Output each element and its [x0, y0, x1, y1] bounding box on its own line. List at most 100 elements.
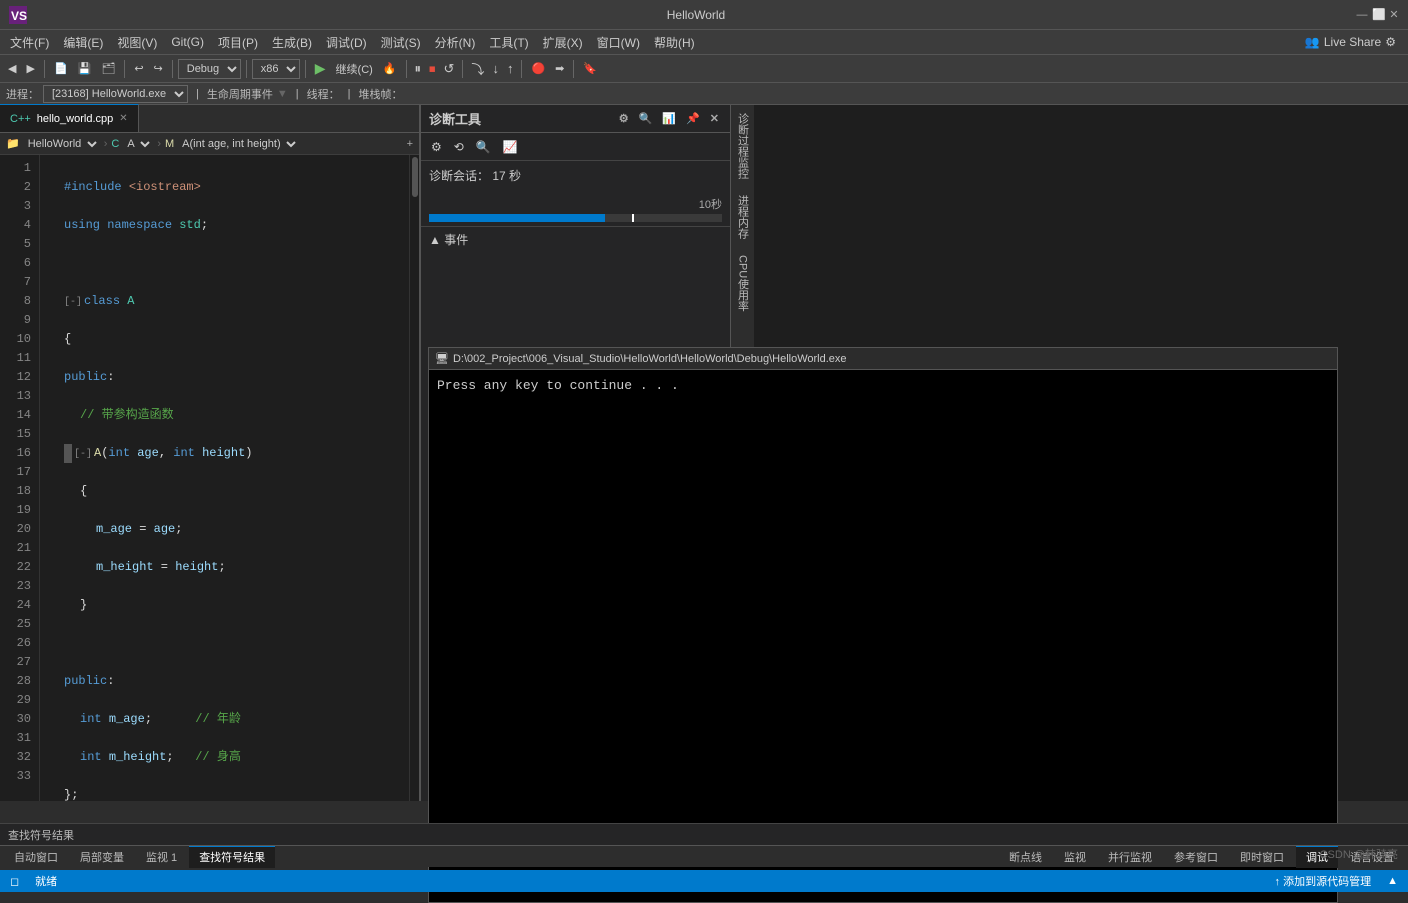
sep2: [124, 60, 125, 78]
editor-panel: C++ hello_world.cpp ✕ 📁 HelloWorld › C: [0, 105, 420, 801]
menu-project[interactable]: 项目(P): [212, 32, 264, 53]
window-controls: — ⬜ ✕: [1356, 9, 1400, 21]
show-next-btn[interactable]: ➡: [551, 60, 568, 77]
diag-search-btn[interactable]: 🔍: [636, 111, 656, 126]
tab-close-btn[interactable]: ✕: [119, 113, 127, 124]
diag-pin-btn[interactable]: 📌: [683, 111, 703, 126]
method-selector[interactable]: A(int age, int height): [176, 137, 299, 151]
project-selector[interactable]: HelloWorld: [22, 137, 100, 151]
code-scrollbar[interactable]: [409, 155, 419, 801]
menu-help[interactable]: 帮助(H): [648, 32, 701, 53]
diag-close-btn[interactable]: ✕: [707, 111, 722, 126]
menu-analyze[interactable]: 分析(N): [429, 32, 482, 53]
process-bar: 进程： [23168] HelloWorld.exe | 生命周期事件 ▼ | …: [0, 83, 1408, 105]
save-all-btn[interactable]: 🗂: [97, 60, 119, 77]
bookmark-btn[interactable]: 🔖: [579, 60, 601, 77]
menu-tools[interactable]: 工具(T): [483, 32, 534, 53]
menu-file[interactable]: 文件(F): [4, 32, 55, 53]
live-share-icon: 👥: [1305, 35, 1320, 49]
diag-settings-btn[interactable]: ⚙: [616, 111, 632, 126]
menu-edit[interactable]: 编辑(E): [57, 32, 109, 53]
session-value: 17 秒: [492, 169, 521, 183]
new-file-btn[interactable]: 📄: [50, 60, 72, 77]
status-indicator[interactable]: ▲: [1383, 875, 1402, 887]
live-share-settings-icon[interactable]: ⚙: [1385, 35, 1396, 49]
stop-btn[interactable]: ⏹: [426, 60, 439, 78]
menu-extensions[interactable]: 扩展(X): [537, 32, 589, 53]
progress-label: 10秒: [429, 194, 722, 214]
minimize-btn[interactable]: —: [1356, 9, 1368, 21]
breakpoint-btn[interactable]: 🔴: [527, 60, 549, 77]
sidebar-tab-memory[interactable]: 进程内存: [731, 187, 755, 247]
tab-immediate[interactable]: 即时窗口: [1230, 846, 1294, 868]
step-into-btn[interactable]: ↓: [489, 60, 502, 77]
code-editor[interactable]: 1 2 3 4 5 6 7 8 9 10 11 12 13 14 15 16 1: [0, 155, 419, 801]
diag-btn2[interactable]: ⟲: [450, 138, 468, 156]
live-share-button[interactable]: 👥 Live Share ⚙: [1297, 33, 1404, 51]
tab-breakpoints[interactable]: 断点线: [999, 846, 1052, 868]
scrollbar-thumb[interactable]: [412, 157, 418, 197]
tab-watch-1[interactable]: 监视 1: [136, 846, 187, 868]
live-share-label: Live Share: [1324, 35, 1381, 49]
tab-auto-window[interactable]: 自动窗口: [4, 846, 68, 868]
tab-watch[interactable]: 监视: [1054, 846, 1096, 868]
hot-reload-btn[interactable]: 🔥: [379, 60, 401, 77]
menu-view[interactable]: 视图(V): [111, 32, 163, 53]
menu-test[interactable]: 测试(S): [375, 32, 427, 53]
step-out-btn[interactable]: ↑: [504, 60, 517, 77]
menu-build[interactable]: 生成(B): [266, 32, 318, 53]
diagnostics-title: 诊断工具: [429, 109, 481, 128]
nav-back-btn[interactable]: ◀: [4, 60, 20, 77]
close-btn[interactable]: ✕: [1388, 9, 1400, 21]
session-label: 诊断会话：: [429, 169, 489, 183]
method-icon: M: [165, 138, 174, 150]
process-label: 进程：: [6, 86, 39, 102]
continue-label[interactable]: 继续(C): [332, 59, 377, 79]
menu-git[interactable]: Git(G): [165, 33, 210, 51]
line-numbers: 1 2 3 4 5 6 7 8 9 10 11 12 13 14 15 16 1: [0, 155, 40, 801]
menu-debug[interactable]: 调试(D): [320, 32, 373, 53]
restart-btn[interactable]: ↺: [441, 60, 458, 78]
status-left: ◻ 就绪: [6, 873, 61, 889]
pause-btn[interactable]: ⏸: [412, 60, 425, 78]
diag-btn1[interactable]: ⚙: [427, 138, 446, 156]
sidebar-tab-cpu[interactable]: CPU使用率: [731, 247, 755, 319]
console-icon: 🖥: [435, 352, 449, 365]
continue-btn[interactable]: ▶: [311, 58, 330, 79]
bottom-tabs: 自动窗口 局部变量 监视 1 查找符号结果 断点线 监视 并行监视 参考窗口 即…: [0, 845, 1408, 867]
nav-fwd-btn[interactable]: ▶: [22, 60, 38, 77]
redo-btn[interactable]: ↪: [150, 60, 167, 77]
diag-graph-btn[interactable]: 📊: [659, 111, 679, 126]
toolbar: ◀ ▶ 📄 💾 🗂 ↩ ↪ Debug x86 ▶ 继续(C) 🔥 ⏸ ⏹ ↺ …: [0, 55, 1408, 83]
diag-search-tool[interactable]: 🔍: [472, 138, 495, 156]
class-icon: C: [111, 138, 119, 150]
sidebar-tab-process-monitor[interactable]: 诊断过程监控: [731, 105, 755, 187]
events-section: ▲ 事件: [421, 226, 730, 252]
status-bar: ◻ 就绪 ↑ 添加到源代码管理 ▲: [0, 870, 1408, 892]
tab-find-symbols[interactable]: 查找符号结果: [189, 846, 275, 868]
step-over-btn[interactable]: ⤵: [468, 58, 487, 79]
editor-tab-hello-world[interactable]: C++ hello_world.cpp ✕: [0, 104, 139, 132]
status-icon[interactable]: ◻: [6, 875, 23, 888]
class-selector[interactable]: A: [121, 137, 153, 151]
platform-dropdown[interactable]: x86: [252, 59, 300, 79]
editor-expand-btn[interactable]: +: [407, 138, 413, 150]
debug-config-dropdown[interactable]: Debug: [178, 59, 241, 79]
save-btn[interactable]: 💾: [74, 60, 96, 77]
progress-bar-container: 10秒: [421, 190, 730, 226]
diag-chart-tool[interactable]: 📈: [499, 138, 522, 156]
menu-window[interactable]: 窗口(W): [591, 32, 646, 53]
diagnostics-toolbar: ⚙ ⟲ 🔍 📈: [421, 133, 730, 161]
undo-btn[interactable]: ↩: [130, 60, 147, 77]
add-source-control[interactable]: ↑ 添加到源代码管理: [1271, 873, 1376, 889]
tab-local-vars[interactable]: 局部变量: [70, 846, 134, 868]
restore-btn[interactable]: ⬜: [1372, 9, 1384, 21]
code-text[interactable]: #include <iostream> using namespace std;…: [40, 155, 409, 801]
breadcrumb-project: 📁 HelloWorld: [6, 137, 100, 151]
console-titlebar: 🖥 D:\002_Project\006_Visual_Studio\Hello…: [429, 348, 1337, 370]
process-dropdown[interactable]: [23168] HelloWorld.exe: [43, 85, 188, 103]
tab-parallel-watch[interactable]: 并行监视: [1098, 846, 1162, 868]
sep7: [462, 60, 463, 78]
tab-ref-window[interactable]: 参考窗口: [1164, 846, 1228, 868]
sep4: [246, 60, 247, 78]
